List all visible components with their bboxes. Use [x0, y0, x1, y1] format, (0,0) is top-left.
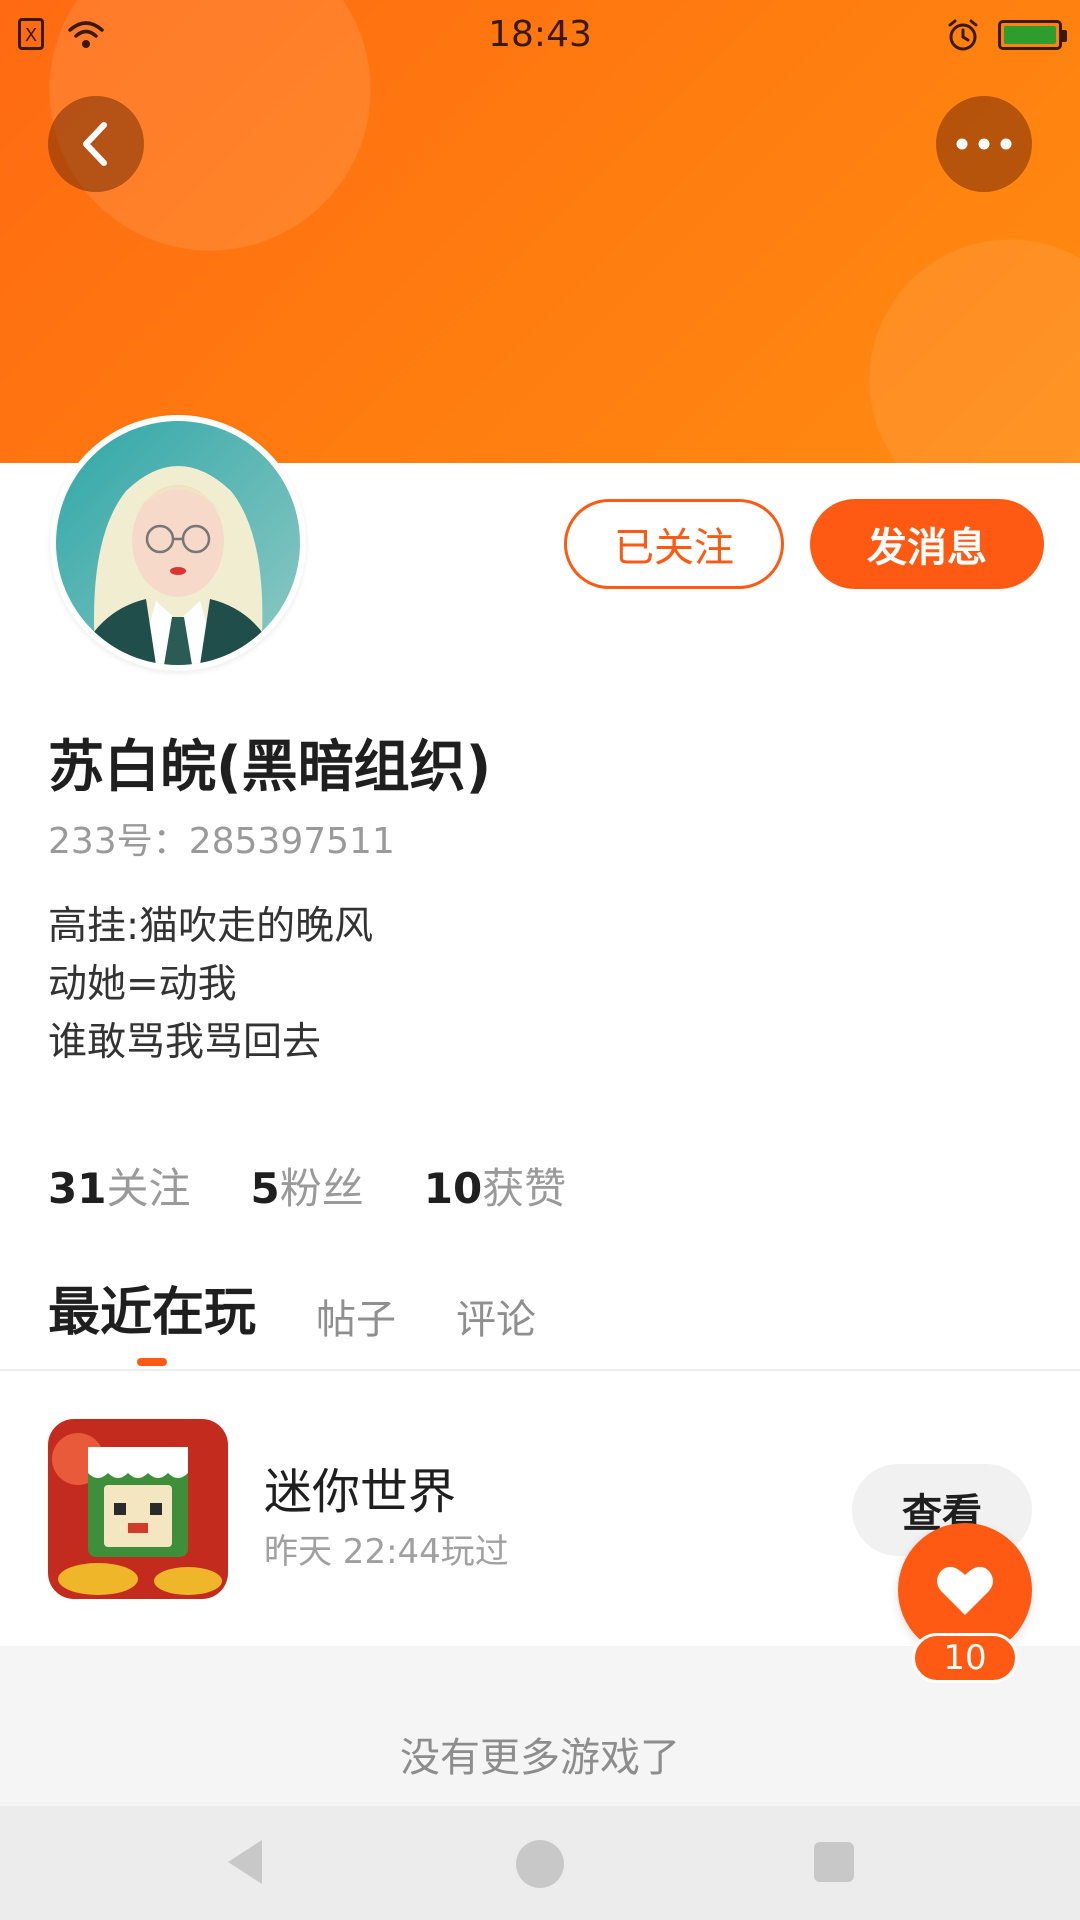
stat-label: 获赞 [482, 1164, 567, 1213]
stat-fans[interactable]: 5粉丝 [250, 1155, 363, 1216]
back-button[interactable] [48, 96, 144, 192]
list-end-text: 没有更多游戏了 [400, 1735, 680, 1781]
send-message-button[interactable]: 发消息 [810, 499, 1044, 589]
nav-recents-icon[interactable] [814, 1842, 854, 1882]
alarm-icon [948, 19, 978, 51]
profile-bio: 高挂:猫吹走的晚风 动她=动我 谁敢骂我骂回去 [48, 898, 373, 1072]
system-nav-bar [0, 1806, 1080, 1920]
nav-back-icon[interactable] [222, 1836, 266, 1888]
game-icon-image [48, 1419, 228, 1599]
stat-number: 10 [423, 1164, 483, 1213]
profile-stats: 31关注 5粉丝 10获赞 [48, 1155, 566, 1216]
stat-number: 5 [250, 1164, 280, 1213]
stat-label: 关注 [106, 1164, 191, 1213]
followed-button[interactable]: 已关注 [564, 499, 784, 589]
stat-number: 31 [48, 1164, 107, 1213]
bio-line: 谁敢骂我骂回去 [48, 1020, 322, 1065]
bio-line: 动她=动我 [48, 962, 237, 1007]
more-button[interactable] [936, 96, 1032, 192]
tab-recent-playing[interactable]: 最近在玩 [48, 1270, 256, 1349]
game-title: 迷你世界 [264, 1464, 457, 1520]
nav-home-icon[interactable] [516, 1840, 564, 1888]
profile-name: 苏白皖(黑暗组织) [48, 735, 492, 800]
game-icon [48, 1419, 228, 1599]
profile-tabs: 最近在玩 帖子 评论 [48, 1270, 536, 1349]
heart-icon [937, 1566, 993, 1615]
bio-line: 高挂:猫吹走的晚风 [48, 904, 374, 949]
tab-comments[interactable]: 评论 [456, 1287, 536, 1349]
divider [0, 1369, 1080, 1371]
stat-likes[interactable]: 10获赞 [424, 1155, 566, 1216]
chevron-left-icon [83, 122, 107, 166]
stat-following[interactable]: 31关注 [48, 1155, 190, 1216]
more-horizontal-icon [956, 138, 1012, 150]
avatar-illustration [56, 421, 300, 665]
battery-icon [998, 20, 1067, 50]
game-last-played: 昨天 22:44玩过 [264, 1532, 509, 1572]
stat-label: 粉丝 [279, 1164, 364, 1213]
tab-posts[interactable]: 帖子 [316, 1287, 396, 1349]
active-tab-indicator [137, 1358, 167, 1366]
avatar[interactable] [50, 415, 306, 671]
profile-id: 233号：285397511 [48, 821, 395, 862]
status-time: 18:43 [488, 14, 592, 55]
status-bar: X 18:43 [0, 0, 1080, 72]
like-count: 10 [912, 1633, 1018, 1683]
